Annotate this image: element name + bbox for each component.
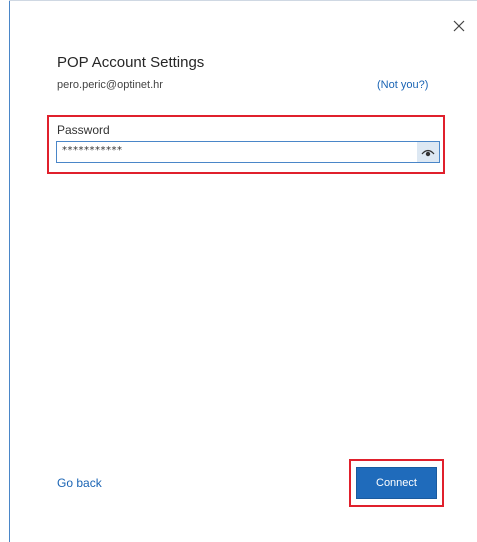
go-back-link[interactable]: Go back [57,476,102,490]
connect-button[interactable]: Connect [356,467,437,499]
not-you-link[interactable]: (Not you?) [377,79,428,91]
page-title: POP Account Settings [57,54,205,71]
close-icon [453,20,465,32]
pop-account-settings-dialog: POP Account Settings pero.peric@optinet.… [0,0,477,542]
password-value: *********** [62,145,123,156]
password-label: Password [57,123,110,137]
close-button[interactable] [449,16,469,36]
password-input[interactable]: *********** [56,141,440,163]
window-border-left [9,0,10,542]
account-email: pero.peric@optinet.hr [57,79,163,91]
window-border-top [9,0,477,1]
eye-icon [421,149,435,157]
show-password-button[interactable] [417,142,439,162]
